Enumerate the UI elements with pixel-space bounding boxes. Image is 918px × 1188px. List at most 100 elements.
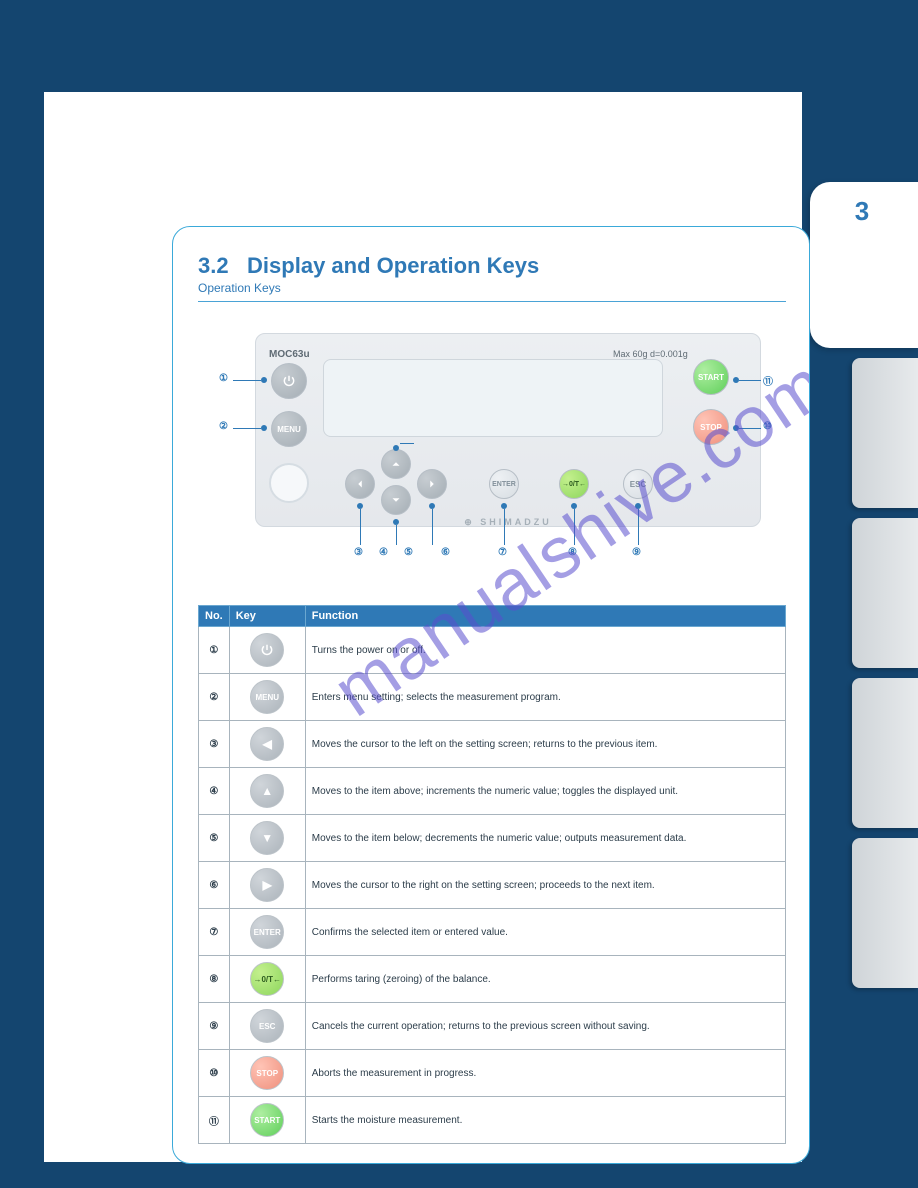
lead-label-1: ①	[219, 373, 228, 384]
row-fn: Confirms the selected item or entered va…	[305, 909, 785, 956]
table-row: ⑧→0/T←Performs taring (zeroing) of the b…	[199, 956, 786, 1003]
table-row: ④ ▲ Moves to the item above; increments th…	[199, 768, 786, 815]
key-stop-icon: STOP	[250, 1056, 284, 1090]
lead-label-4: ④	[379, 547, 388, 558]
key-start-icon: START	[250, 1103, 284, 1137]
tare-button[interactable]: →0/T←	[559, 469, 589, 499]
lead-line-9	[638, 509, 639, 545]
down-button[interactable]	[381, 485, 411, 515]
section-num: 3.2	[198, 253, 229, 278]
row-num: ⑥	[199, 862, 230, 909]
row-key: ESC	[229, 1003, 305, 1050]
side-tab-6[interactable]	[852, 678, 918, 828]
esc-button[interactable]: ESC	[623, 469, 653, 499]
start-button[interactable]: START	[693, 359, 729, 395]
table-row: ⑦ ENTER Confirms the selected item or ente…	[199, 909, 786, 956]
lead-line-11	[739, 380, 761, 381]
table-header-row: No. Key Function	[199, 606, 786, 627]
power-button[interactable]	[271, 363, 307, 399]
model-label: MOC63u	[269, 349, 310, 360]
row-num: ⑪	[199, 1097, 230, 1144]
lead-line-10	[739, 428, 761, 429]
key-up-icon: ▲	[250, 774, 284, 808]
row-num: ③	[199, 721, 230, 768]
menu-button[interactable]: MENU	[271, 411, 307, 447]
key-enter-icon: ENTER	[250, 915, 284, 949]
stop-button[interactable]: STOP	[693, 409, 729, 445]
side-tab-4[interactable]	[852, 358, 918, 508]
key-function-table: No. Key Function ① Turns the power on or …	[198, 605, 786, 1144]
key-left-icon: ◀	[250, 727, 284, 761]
table-row: ③ ◀ Moves the cursor to the left on the se…	[199, 721, 786, 768]
col-key: Key	[229, 606, 305, 627]
lead-line-8	[574, 509, 575, 545]
table-row: ② MENU Enters menu setting; selects the me…	[199, 674, 786, 721]
row-fn: Performs taring (zeroing) of the balance…	[305, 956, 785, 1003]
lead-line-5	[396, 525, 397, 545]
row-num: ②	[199, 674, 230, 721]
row-fn: Enters menu setting; selects the measure…	[305, 674, 785, 721]
up-button[interactable]	[381, 449, 411, 479]
chevron-left-icon	[353, 477, 367, 491]
row-fn: Moves to the item above; increments the …	[305, 768, 785, 815]
enter-button[interactable]: ENTER	[489, 469, 519, 499]
lead-dot-2	[261, 425, 267, 431]
row-fn: Cancels the current operation; returns t…	[305, 1003, 785, 1050]
lead-label-5: ⑤	[404, 547, 413, 558]
row-key	[229, 627, 305, 674]
row-fn: Turns the power on or off.	[305, 627, 785, 674]
row-num: ⑦	[199, 909, 230, 956]
row-num: ④	[199, 768, 230, 815]
row-key: START	[229, 1097, 305, 1144]
key-tare-icon: →0/T←	[250, 962, 284, 996]
key-menu-icon: MENU	[250, 680, 284, 714]
lead-label-2: ②	[219, 421, 228, 432]
table-row: ① Turns the power on or off.	[199, 627, 786, 674]
right-button[interactable]	[417, 469, 447, 499]
spec-label: Max 60g d=0.001g	[613, 349, 688, 359]
lead-label-7: ⑦	[498, 547, 507, 558]
row-key: ENTER	[229, 909, 305, 956]
lead-label-10: ⑩	[763, 421, 772, 432]
row-key: →0/T←	[229, 956, 305, 1003]
side-tab-active[interactable]: 3	[810, 182, 918, 348]
row-num: ①	[199, 627, 230, 674]
row-num: ⑤	[199, 815, 230, 862]
section-subtitle: Operation Keys	[198, 281, 786, 295]
row-key: ▲	[229, 768, 305, 815]
lead-label-9: ⑨	[632, 547, 641, 558]
power-icon	[282, 374, 296, 388]
col-no: No.	[199, 606, 230, 627]
lead-dot-1	[261, 377, 267, 383]
blank-disc	[269, 463, 309, 503]
col-fn: Function	[305, 606, 785, 627]
row-key: ◀	[229, 721, 305, 768]
page-sheet: 17 3 B EFORE M EASUREMENT 3.2 Display an…	[44, 92, 802, 1162]
content-card: 3 B EFORE M EASUREMENT 3.2 Display and O…	[172, 226, 810, 1164]
row-key: ▼	[229, 815, 305, 862]
side-tab-5[interactable]	[852, 518, 918, 668]
row-fn: Moves the cursor to the left on the sett…	[305, 721, 785, 768]
chevron-down-icon	[389, 493, 403, 507]
key-esc-icon: ESC	[250, 1009, 284, 1043]
lead-label-6: ⑥	[441, 547, 450, 558]
row-fn: Moves to the item below; decrements the …	[305, 815, 785, 862]
left-button[interactable]	[345, 469, 375, 499]
lead-dot-4	[393, 445, 399, 451]
table-row: ⑪ START Starts the moisture measurement.	[199, 1097, 786, 1144]
brand-label: ⊕ SHIMADZU	[255, 517, 761, 528]
table-row: ⑨ESCCancels the current operation; retur…	[199, 1003, 786, 1050]
row-key: ▶	[229, 862, 305, 909]
lead-label-3: ③	[354, 547, 363, 558]
row-fn: Aborts the measurement in progress.	[305, 1050, 785, 1097]
section-title: Display and Operation Keys	[247, 253, 539, 278]
side-tab-7[interactable]	[852, 838, 918, 988]
row-fn: Starts the moisture measurement.	[305, 1097, 785, 1144]
lead-line-2	[233, 428, 261, 429]
table-row: ⑥▶Moves the cursor to the right on the s…	[199, 862, 786, 909]
lead-line-6	[432, 509, 433, 545]
row-num: ⑩	[199, 1050, 230, 1097]
row-key: MENU	[229, 674, 305, 721]
chevron-right-icon	[425, 477, 439, 491]
chevron-up-icon	[389, 457, 403, 471]
